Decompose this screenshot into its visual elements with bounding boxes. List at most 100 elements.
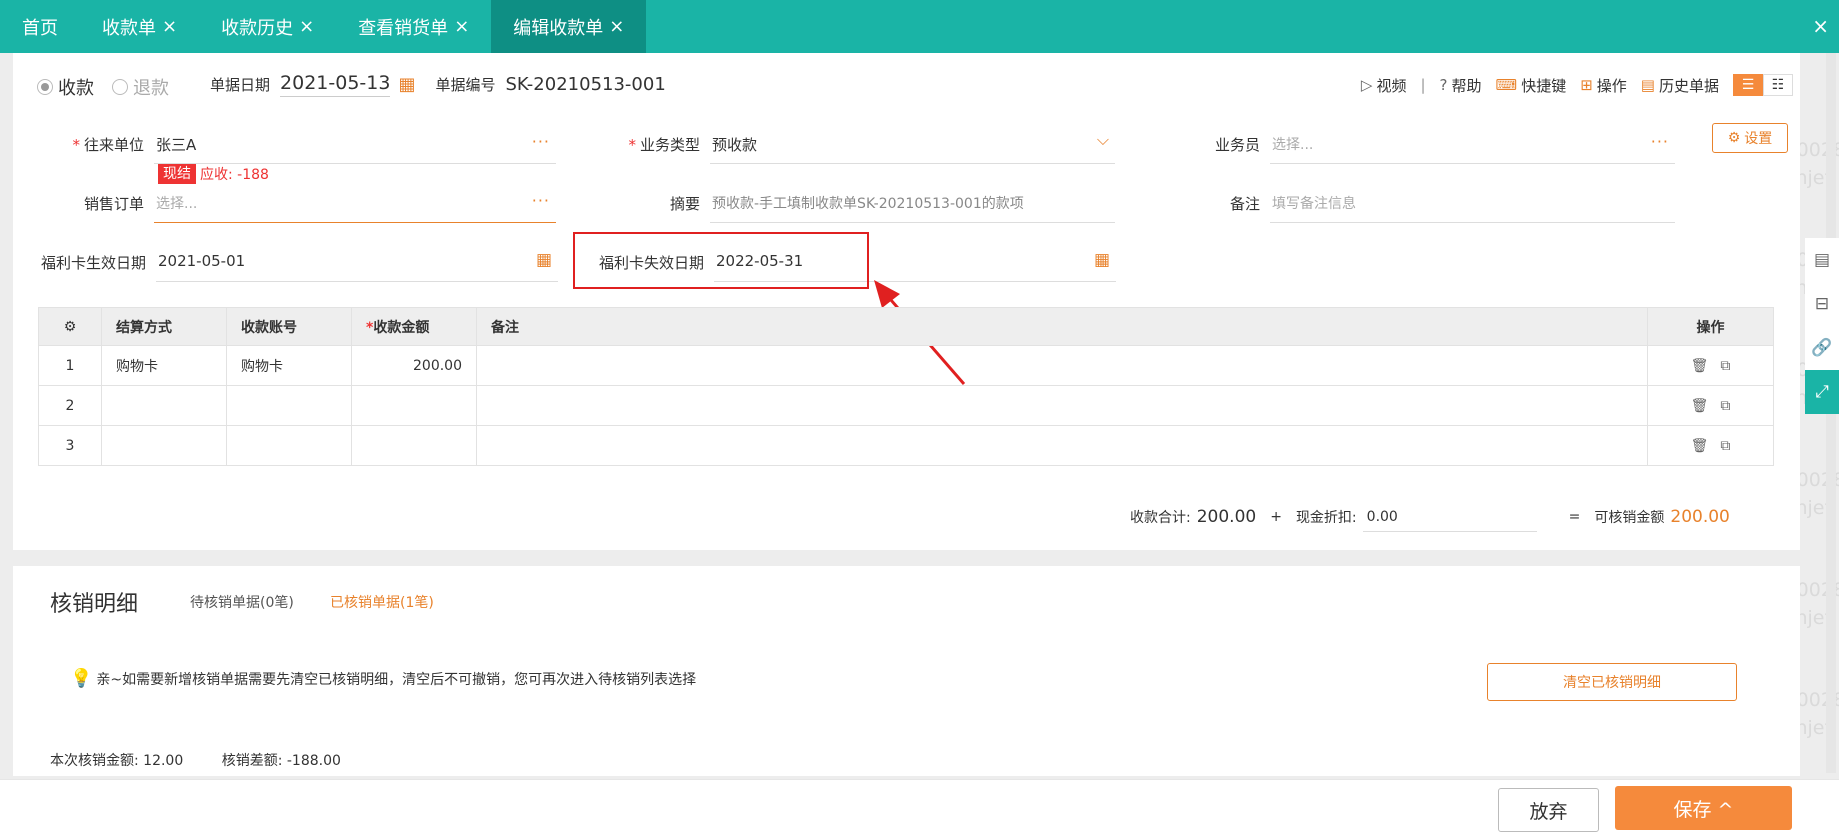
mode-toggle: 收款 退款 [13, 64, 193, 109]
list-view-icon[interactable]: ☰ [1733, 74, 1763, 96]
video-button[interactable]: ▷ 视频 [1361, 75, 1407, 96]
calendar-icon[interactable]: ▦ [536, 250, 552, 270]
copy-icon[interactable]: ⧉ [1720, 358, 1730, 374]
column-header: 结算方式 [101, 307, 227, 346]
tab-home[interactable]: 首页 [0, 0, 80, 53]
section-title: 核销明细 [50, 592, 139, 617]
more-icon[interactable]: ··· [532, 191, 550, 210]
amount-cell[interactable]: 200.00 [351, 345, 477, 386]
tab-label: 编辑收款单 [513, 17, 604, 39]
doc-date-label: 单据日期 [210, 76, 271, 94]
calendar-icon[interactable]: ▦ [398, 74, 415, 95]
copy-icon[interactable]: ⧉ [1720, 438, 1730, 454]
row-ops: 🗑 ⧉ [1647, 385, 1774, 426]
biz-type-select[interactable]: 预收款 ⌵ [710, 130, 1115, 164]
radio-refund[interactable]: 退款 [112, 74, 169, 100]
chevron-down-icon[interactable]: ⌵ [1097, 130, 1109, 150]
operate-button[interactable]: ⊞ 操作 [1580, 75, 1627, 96]
partner-status: 现结 应收: -188 [158, 164, 269, 184]
operate-label: 操作 [1596, 76, 1627, 95]
radio-label: 收款 [58, 77, 94, 99]
tab-view-sales[interactable]: 查看销货单 × [336, 0, 491, 53]
more-icon[interactable]: ··· [1651, 132, 1669, 151]
settings-button[interactable]: ⚙ 设置 [1712, 123, 1788, 153]
remark-cell[interactable] [476, 385, 1648, 426]
save-button[interactable]: 保存 ^ [1615, 786, 1792, 830]
column-header-label: 收款金额 [373, 319, 430, 336]
copy-icon[interactable]: ⧉ [1720, 398, 1730, 414]
field-label: 业务类型 [639, 136, 700, 154]
close-icon[interactable]: × [162, 16, 177, 37]
doc-header: 单据日期 2021-05-13 ▦ 单据编号 SK-20210513-001 [210, 72, 666, 97]
trash-icon[interactable]: 🗑 [1691, 438, 1709, 454]
view-switch: ☰ ☷ [1733, 74, 1793, 96]
salesman-input[interactable]: 选择... ··· [1270, 132, 1675, 164]
card-start-input[interactable]: 2021-05-01 ▦ [156, 250, 558, 282]
tab-pending-writeoff[interactable]: 待核销单据(0笔) [190, 592, 294, 612]
help-icon: ? [1439, 76, 1448, 94]
remark-cell[interactable] [476, 425, 1648, 466]
trash-icon[interactable]: 🗑 [1691, 358, 1709, 374]
account-cell[interactable] [226, 425, 352, 466]
tab-receipt-history[interactable]: 收款历史 × [199, 0, 336, 53]
partner-field: * 往来单位 张三A ··· [30, 132, 556, 164]
radio-receive[interactable]: 收款 [37, 74, 94, 100]
summary-field: 摘要 预收款-手工填制收款单SK-20210513-001的款项 [600, 193, 1115, 223]
close-icon[interactable]: × [609, 16, 624, 37]
doc-code: SK-20210513-001 [505, 74, 666, 95]
settlement-table: ⚙ 结算方式 收款账号 *收款金额 备注 操作 1 购物卡 购物卡 200.00… [38, 307, 1774, 466]
close-all-icon[interactable]: × [1812, 14, 1829, 38]
expand-icon[interactable]: ⤢ [1805, 370, 1839, 414]
close-icon[interactable]: × [299, 16, 314, 37]
history-button[interactable]: ▤ 历史单据 [1641, 75, 1719, 96]
table-row: 3 🗑 ⧉ [38, 425, 1774, 466]
remark-input[interactable]: 填写备注信息 [1270, 193, 1675, 223]
plus-sign: + [1270, 509, 1282, 525]
row-number: 1 [38, 345, 102, 386]
summary-input[interactable]: 预收款-手工填制收款单SK-20210513-001的款项 [710, 193, 1115, 223]
partner-input[interactable]: 张三A ··· [154, 132, 556, 164]
account-cell[interactable] [226, 385, 352, 426]
doc-date-input[interactable]: 2021-05-13 [280, 72, 391, 97]
tab-receipt[interactable]: 收款单 × [80, 0, 199, 53]
equals-sign: = [1568, 509, 1581, 525]
row-number: 2 [38, 385, 102, 426]
grid-icon: ⊞ [1580, 76, 1593, 94]
total-label: 收款合计: [1130, 510, 1191, 526]
amount-cell[interactable] [351, 385, 477, 426]
calendar-icon[interactable]: ▦ [1094, 250, 1110, 270]
account-cell[interactable]: 购物卡 [226, 345, 352, 386]
amount-cell[interactable] [351, 425, 477, 466]
tab-edit-receipt[interactable]: 编辑收款单 × [491, 0, 647, 53]
tab-done-writeoff[interactable]: 已核销单据(1笔) [330, 592, 434, 612]
discard-button[interactable]: 放弃 [1498, 788, 1599, 832]
method-cell[interactable] [101, 385, 227, 426]
discount-label: 现金折扣: [1295, 510, 1357, 526]
shortcut-button[interactable]: ⌨ 快捷键 [1496, 75, 1567, 96]
card-view-icon[interactable]: ☷ [1763, 74, 1793, 96]
discount-input[interactable]: 0.00 [1362, 502, 1537, 532]
toolbar: ▷ 视频 | ? 帮助 ⌨ 快捷键 ⊞ 操作 ▤ 历史单据 ☰ ☷ [1347, 74, 1793, 96]
writeoff-diff: 核销差额: -188.00 [221, 753, 341, 769]
card-start-value: 2021-05-01 [158, 252, 246, 270]
more-icon[interactable]: ··· [532, 132, 550, 151]
order-input[interactable]: 选择... ··· [154, 191, 556, 223]
close-icon[interactable]: × [454, 16, 469, 37]
clear-writeoff-button[interactable]: 清空已核销明细 [1487, 663, 1737, 701]
trash-icon[interactable]: 🗑 [1691, 398, 1709, 414]
note-icon[interactable]: ▤ [1805, 238, 1839, 282]
writeoff-summary: 本次核销金额: 12.00 核销差额: -188.00 [50, 750, 375, 770]
column-header: 收款账号 [226, 307, 352, 346]
order-placeholder: 选择... [156, 196, 198, 212]
keyboard-icon: ⌨ [1495, 76, 1518, 94]
doc-code-label: 单据编号 [435, 76, 496, 94]
column-settings-icon[interactable]: ⚙ [38, 307, 102, 346]
order-field: 销售订单 选择... ··· [30, 191, 556, 223]
help-button[interactable]: ? 帮助 [1440, 75, 1482, 96]
total-value: 200.00 [1196, 507, 1257, 527]
method-cell[interactable] [101, 425, 227, 466]
remark-cell[interactable] [476, 345, 1648, 386]
link-icon[interactable]: 🔗 [1805, 326, 1839, 370]
method-cell[interactable]: 购物卡 [101, 345, 227, 386]
inbox-icon[interactable]: ⊟ [1805, 282, 1839, 326]
